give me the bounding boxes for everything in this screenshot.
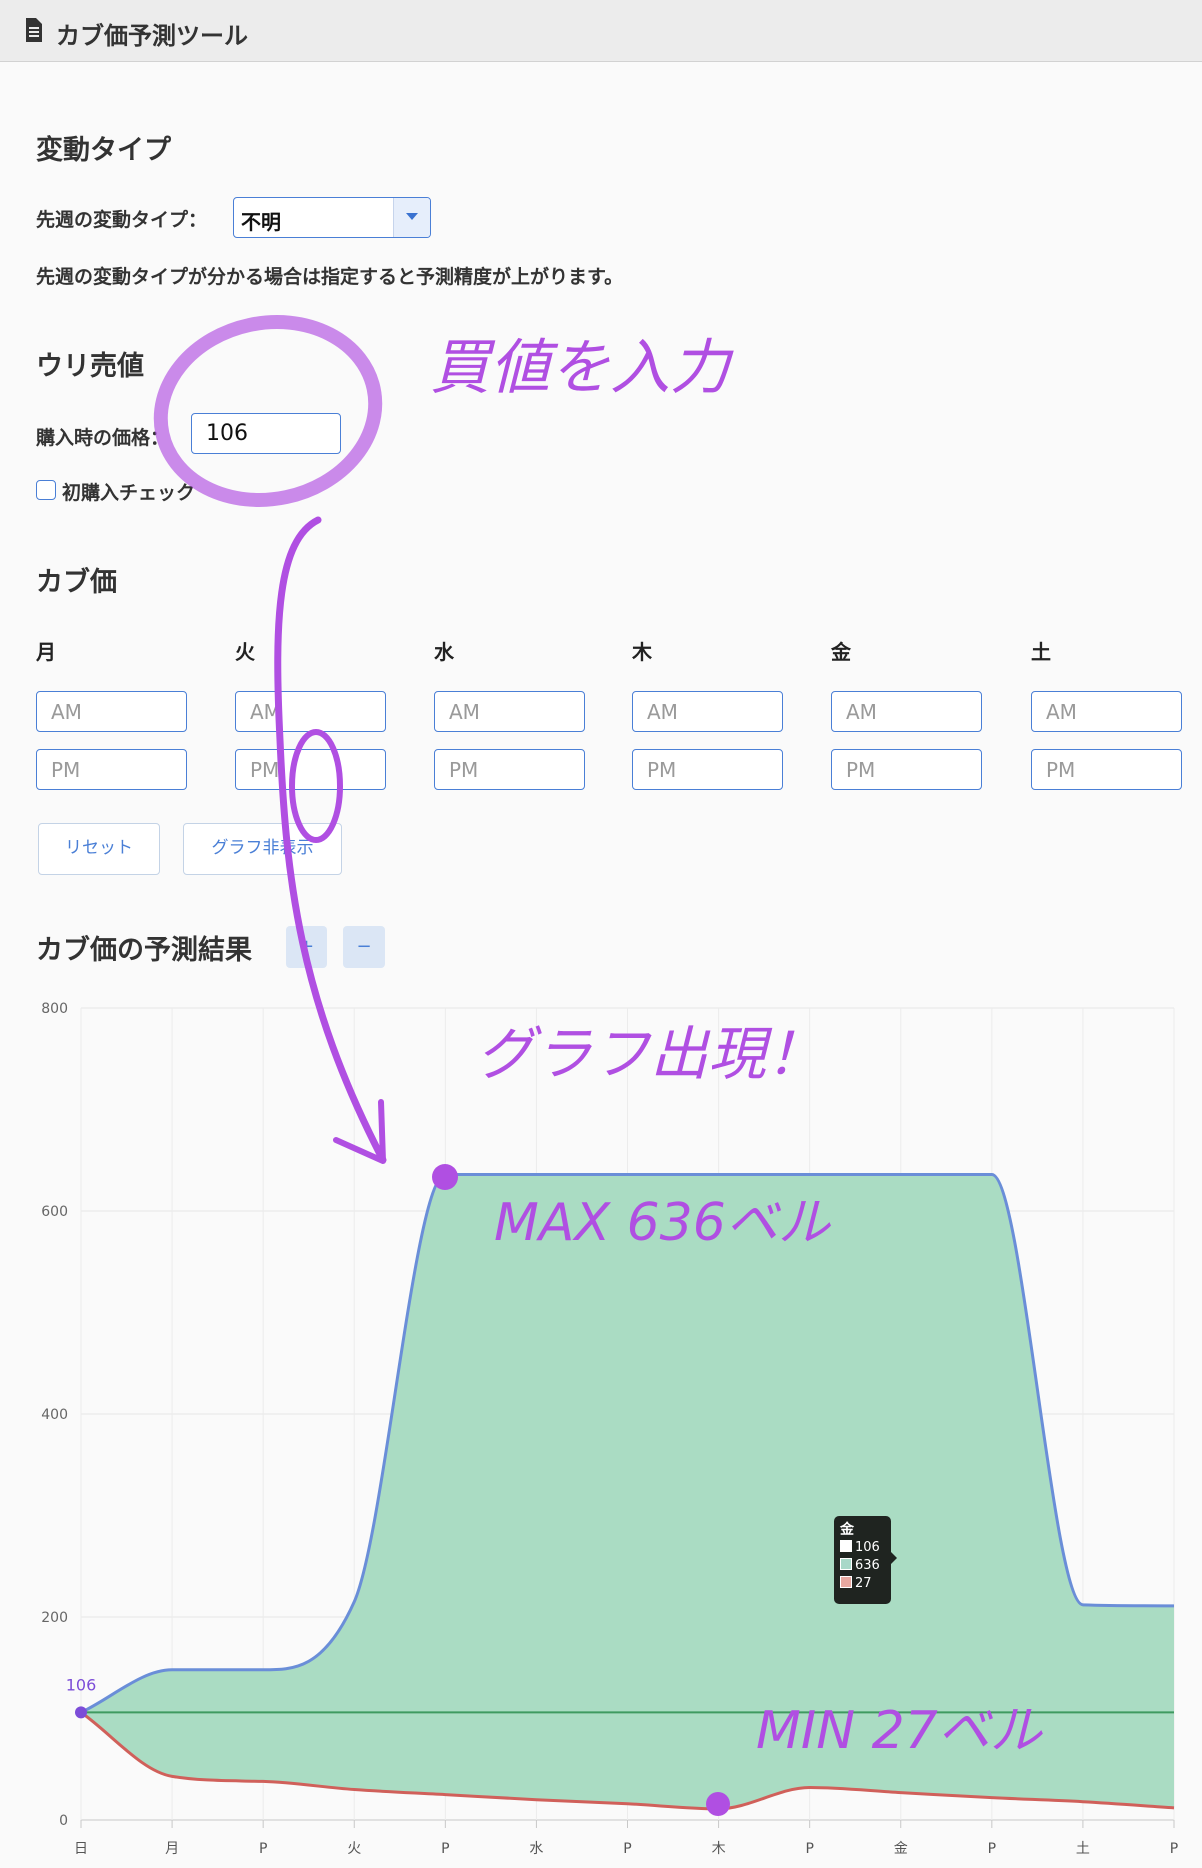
hide-graph-button[interactable]: グラフ非表示	[183, 823, 342, 875]
start-point	[75, 1706, 87, 1719]
wed-am-input[interactable]	[434, 691, 585, 732]
tooltip-row: 636	[840, 1557, 885, 1575]
pattern-select[interactable]: 不明	[233, 197, 431, 238]
x-tick-label: P	[259, 1841, 267, 1857]
prediction-chart: 0 200 400 600 800 日 月 P 火 P 水 P 木 P 金 P 土 P 106	[41, 1001, 1178, 1857]
y-tick-label: 200	[41, 1610, 68, 1626]
pattern-select-value: 不明	[241, 210, 281, 234]
tooltip-title: 金	[840, 1522, 854, 1538]
document-icon	[26, 18, 42, 42]
thu-pm-input[interactable]	[632, 749, 783, 790]
y-tick-label: 0	[59, 1813, 68, 1829]
tooltip-value: 106	[855, 1540, 880, 1555]
day-label-thu: 木	[632, 640, 652, 664]
y-tick-label: 600	[41, 1204, 68, 1220]
mon-pm-input[interactable]	[36, 749, 187, 790]
day-label-mon: 月	[36, 640, 56, 664]
pattern-note: 先週の変動タイプが分かる場合は指定すると予測精度が上がります。	[36, 266, 624, 288]
tooltip-value: 27	[855, 1576, 872, 1591]
select-arrow-box[interactable]	[393, 198, 430, 237]
x-tick-label: P	[441, 1841, 449, 1857]
start-point-label: 106	[66, 1675, 97, 1694]
app-header: カブ価予測ツール	[0, 0, 1202, 62]
buy-price-label: 購入時の価格：	[36, 427, 170, 449]
day-label-wed: 水	[434, 640, 454, 664]
sell-heading: ウリ売値	[36, 351, 144, 382]
prices-heading: カブ価	[36, 567, 117, 598]
sat-pm-input[interactable]	[1031, 749, 1182, 790]
tue-am-input[interactable]	[235, 691, 386, 732]
x-tick-label: P	[988, 1841, 996, 1857]
tooltip-swatch	[840, 1576, 852, 1588]
prediction-range-area	[81, 1174, 1174, 1809]
tooltip-row: 27	[840, 1575, 885, 1593]
x-tick-label: 火	[347, 1841, 361, 1857]
first-buy-checkbox[interactable]	[36, 480, 56, 500]
sat-am-input[interactable]	[1031, 691, 1182, 732]
tooltip-pointer	[891, 1552, 897, 1564]
zoom-in-button[interactable]: +	[286, 926, 327, 968]
reset-button[interactable]: リセット	[38, 823, 160, 875]
pattern-label: 先週の変動タイプ：	[36, 209, 208, 231]
x-tick-label: 木	[712, 1841, 726, 1857]
annotation-buy-price: 買値を入力	[430, 333, 734, 403]
app-title: カブ価予測ツール	[56, 22, 248, 50]
tue-pm-input[interactable]	[235, 749, 386, 790]
tooltip-swatch	[840, 1540, 852, 1552]
x-tick-label: 水	[529, 1841, 543, 1857]
thu-am-input[interactable]	[632, 691, 783, 732]
fri-pm-input[interactable]	[831, 749, 982, 790]
first-buy-label: 初購入チェック	[62, 482, 196, 504]
day-label-tue: 火	[235, 640, 255, 664]
wed-pm-input[interactable]	[434, 749, 585, 790]
fri-am-input[interactable]	[831, 691, 982, 732]
zoom-out-button[interactable]: −	[343, 926, 385, 968]
tooltip-value: 636	[855, 1558, 880, 1573]
x-tick-label: P	[623, 1841, 631, 1857]
tooltip-row: 106	[840, 1539, 885, 1557]
chevron-down-icon	[406, 213, 418, 220]
buy-price-input[interactable]	[191, 413, 341, 454]
x-tick-label: 月	[165, 1841, 179, 1857]
x-tick-label: 土	[1076, 1841, 1090, 1857]
day-label-sat: 土	[1031, 640, 1051, 664]
y-tick-label: 400	[41, 1407, 68, 1423]
chart-tooltip: 金 106 636 27	[834, 1516, 897, 1604]
x-tick-label: 金	[894, 1841, 908, 1857]
tooltip-swatch	[840, 1558, 852, 1570]
x-tick-label: P	[1170, 1841, 1178, 1857]
mon-am-input[interactable]	[36, 691, 187, 732]
pattern-heading: 変動タイプ	[36, 135, 171, 166]
x-tick-label: P	[805, 1841, 813, 1857]
day-label-fri: 金	[831, 640, 851, 664]
result-heading: カブ価の予測結果	[36, 935, 252, 966]
x-tick-label: 日	[74, 1841, 88, 1857]
y-tick-label: 800	[41, 1001, 68, 1017]
